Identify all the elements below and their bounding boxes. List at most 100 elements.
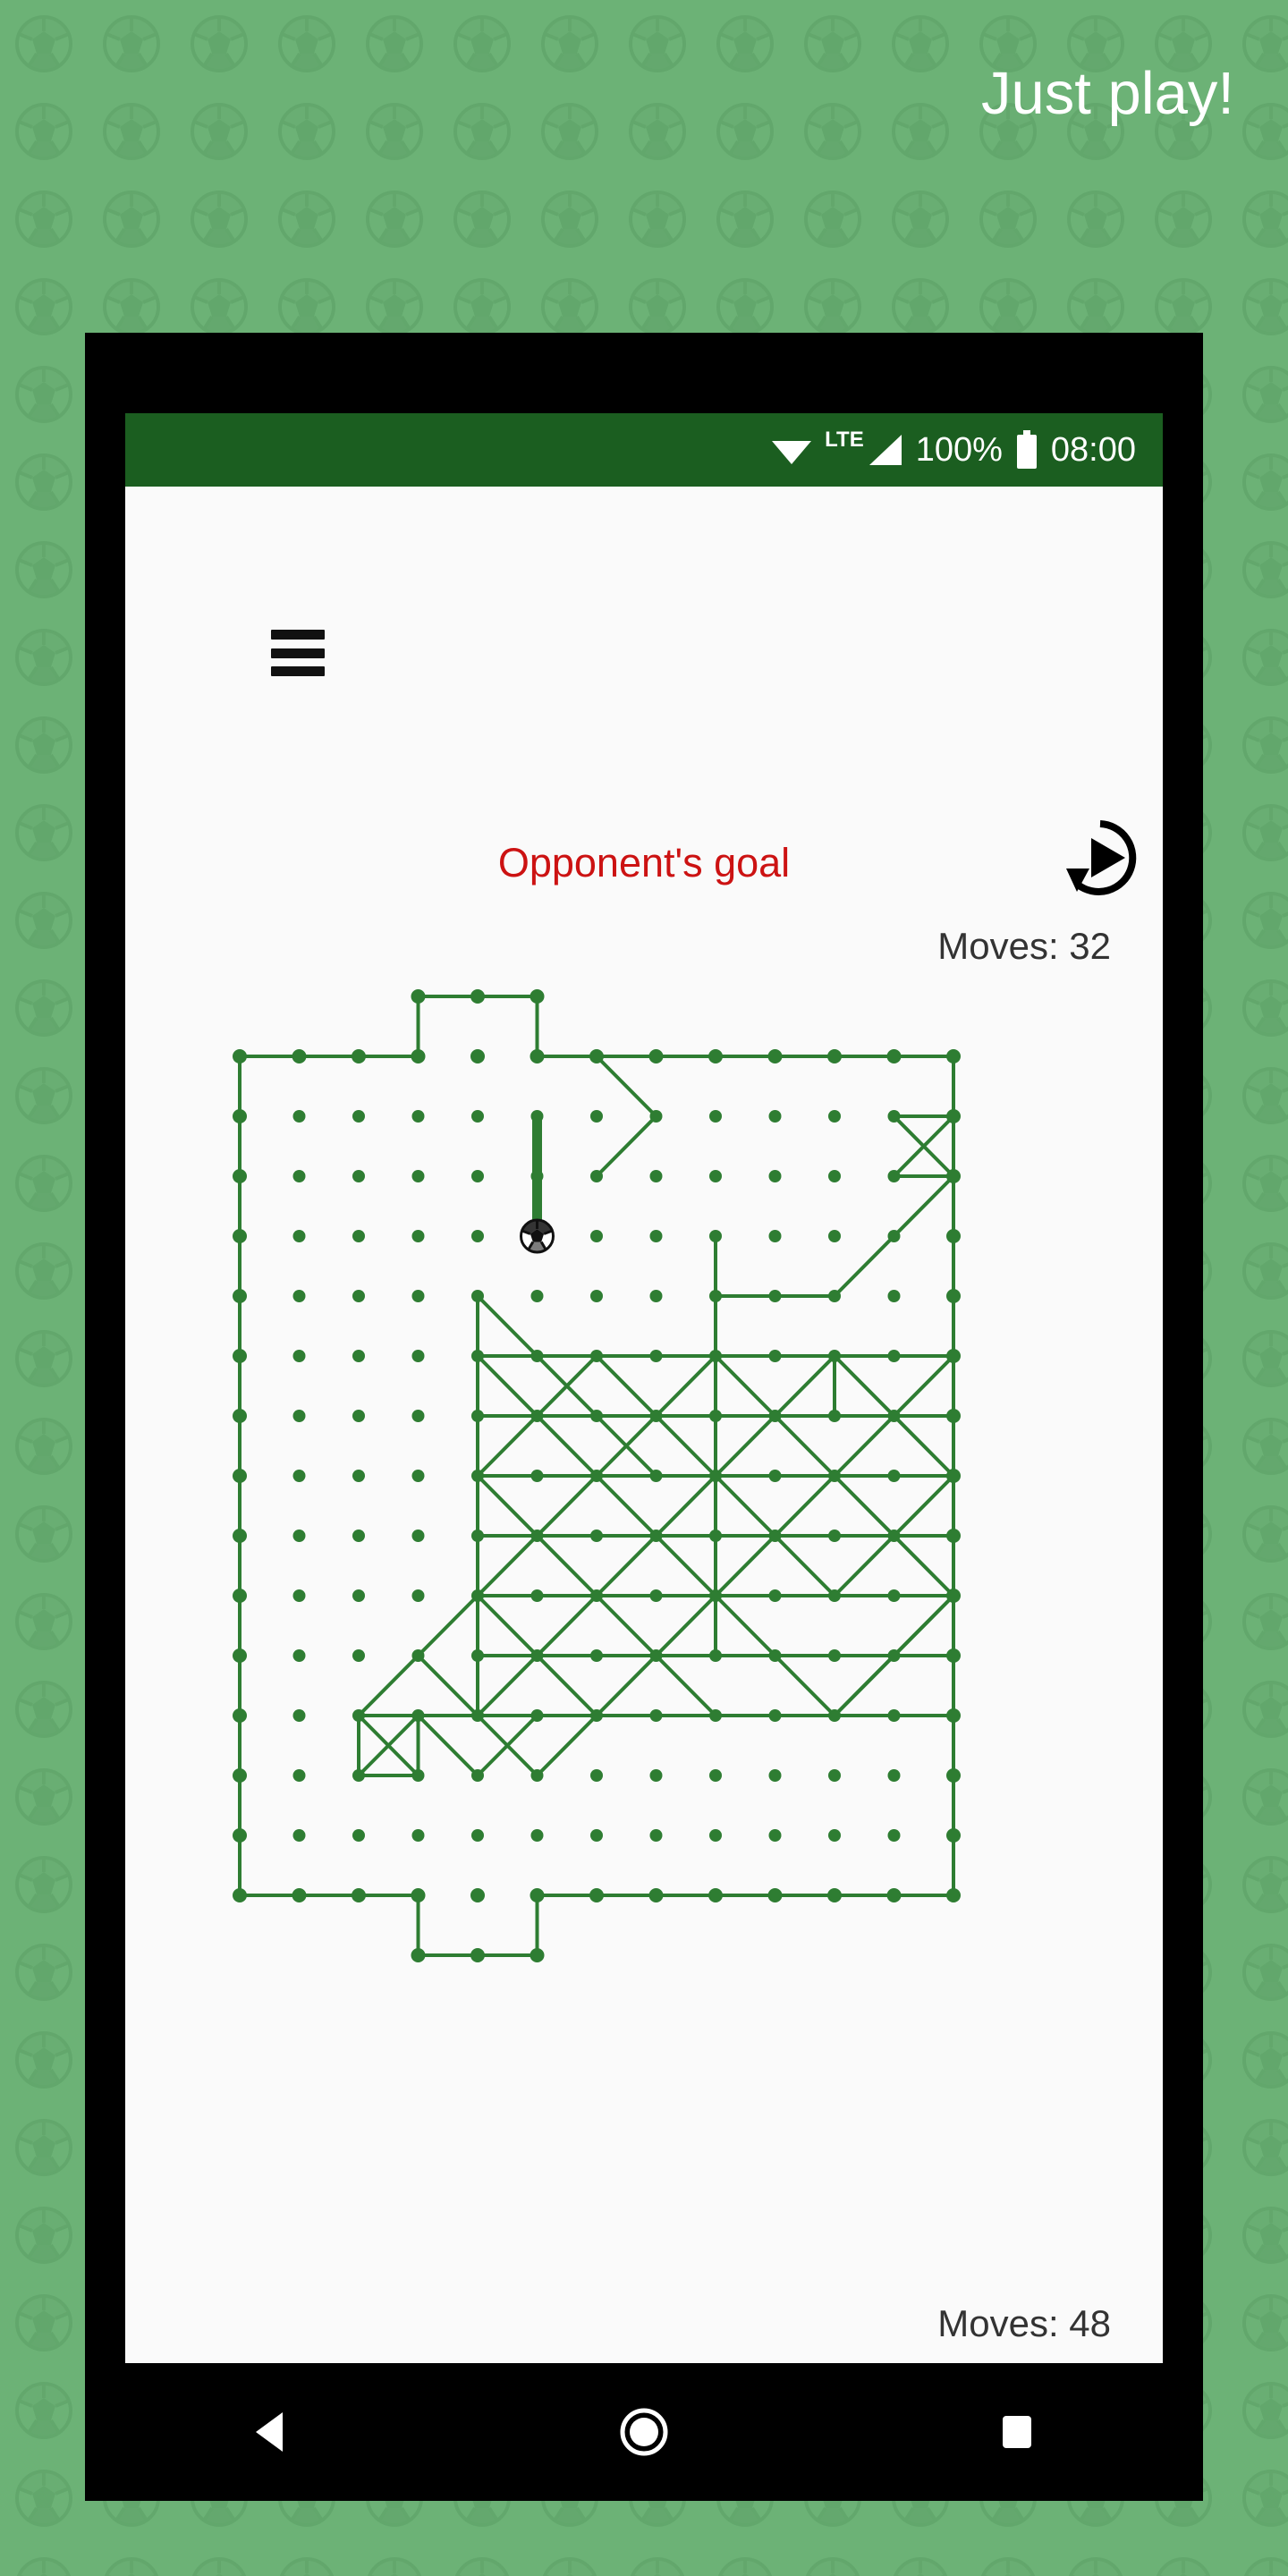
board-dot[interactable] [946,1529,961,1543]
board-dot[interactable] [828,1230,841,1242]
board-dot[interactable] [828,1589,841,1602]
board-dot[interactable] [352,1769,365,1782]
board-dot[interactable] [946,1888,961,1902]
board-dot[interactable] [411,1290,425,1302]
board-dot[interactable] [887,1410,901,1422]
board-dot[interactable] [649,1470,663,1482]
board-dot[interactable] [530,1470,544,1482]
board-dot[interactable] [768,1410,782,1422]
board-dot[interactable] [471,1170,484,1182]
board-dot[interactable] [352,1049,366,1063]
board-dot[interactable] [590,1170,603,1182]
board-dot[interactable] [887,1530,901,1542]
board-dot[interactable] [648,1049,664,1063]
board-dot[interactable] [233,1589,247,1603]
board-dot[interactable] [828,1410,841,1422]
board-dot[interactable] [828,1829,841,1842]
board-dot[interactable] [590,1110,603,1123]
board-dot[interactable] [471,1769,484,1782]
board-dot[interactable] [530,1049,545,1063]
board-dot[interactable] [233,1409,247,1423]
board-dot[interactable] [709,1709,722,1722]
board-dot[interactable] [411,1049,426,1063]
board-dot[interactable] [530,1410,544,1422]
board-dot[interactable] [768,1350,782,1362]
board-dot[interactable] [292,1410,306,1422]
board-dot[interactable] [233,1469,247,1483]
board-dot[interactable] [946,1828,961,1843]
board-dot[interactable] [946,1049,961,1063]
board-dot[interactable] [709,1649,722,1662]
board-dot[interactable] [233,1229,247,1243]
board-dot[interactable] [768,1530,782,1542]
board-dot[interactable] [471,1110,484,1123]
board-dot[interactable] [709,1589,722,1602]
board-dot[interactable] [590,1649,603,1662]
board-dot[interactable] [886,1888,902,1902]
board-dot[interactable] [649,1649,663,1662]
board-dot[interactable] [946,1648,961,1663]
board-dot[interactable] [530,1170,544,1182]
board-dot[interactable] [530,1530,544,1542]
board-dot[interactable] [828,1709,841,1722]
board-dot[interactable] [471,1829,484,1842]
board-dot[interactable] [411,1888,426,1902]
board-dot[interactable] [292,1110,306,1123]
board-dot[interactable] [946,1229,961,1243]
board-dot[interactable] [411,1350,425,1362]
board-dot[interactable] [590,1230,603,1242]
board-dot[interactable] [887,1709,901,1722]
game-board[interactable] [125,987,1163,2293]
board-dot[interactable] [352,1350,365,1362]
board-dot[interactable] [946,1708,961,1723]
board-dot[interactable] [590,1350,603,1362]
board-dot[interactable] [292,1170,306,1182]
board-dot[interactable] [590,1709,603,1722]
board-dot[interactable] [946,1109,961,1123]
board-dot[interactable] [530,1829,544,1842]
board-dot[interactable] [589,1049,604,1063]
board-dot[interactable] [292,1709,306,1722]
board-dot[interactable] [768,1170,782,1182]
board-dot[interactable] [471,1410,484,1422]
board-dot[interactable] [946,1768,961,1783]
board-dot[interactable] [946,1469,961,1483]
board-dot[interactable] [530,1888,545,1902]
board-dot[interactable] [946,1349,961,1363]
board-dot[interactable] [292,1230,306,1242]
board-dot[interactable] [768,1290,782,1302]
board-dot[interactable] [471,1709,484,1722]
board-dot[interactable] [649,1709,663,1722]
board-dot[interactable] [887,1589,901,1602]
board-dot[interactable] [649,1410,663,1422]
board-dot[interactable] [828,1110,841,1123]
board-dot[interactable] [233,1888,247,1902]
board-dot[interactable] [887,1230,901,1242]
board-dot[interactable] [411,1230,425,1242]
board-dot[interactable] [292,1589,306,1602]
board-dot[interactable] [828,1530,841,1542]
board-dot[interactable] [590,1589,603,1602]
board-dot[interactable] [590,1769,603,1782]
board-dot[interactable] [352,1888,366,1902]
board-dot[interactable] [411,1709,425,1722]
board-dot[interactable] [649,1350,663,1362]
board-dot[interactable] [352,1530,365,1542]
board-dot[interactable] [709,1350,722,1362]
board-dot[interactable] [292,1290,306,1302]
board-dot[interactable] [768,1649,782,1662]
board-dot[interactable] [590,1530,603,1542]
board-dot[interactable] [709,1410,722,1422]
board-dot[interactable] [649,1829,663,1842]
board-dot[interactable] [411,1530,425,1542]
board-dot[interactable] [233,1708,247,1723]
board-dot[interactable] [471,1230,484,1242]
board-dot[interactable] [590,1829,603,1842]
board-dot[interactable] [709,1829,722,1842]
board-dot[interactable] [649,1769,663,1782]
hamburger-menu-icon[interactable] [271,630,325,676]
board-dot[interactable] [709,1470,722,1482]
board-dot[interactable] [887,1649,901,1662]
board-dot[interactable] [946,1589,961,1603]
board-dot[interactable] [828,1649,841,1662]
